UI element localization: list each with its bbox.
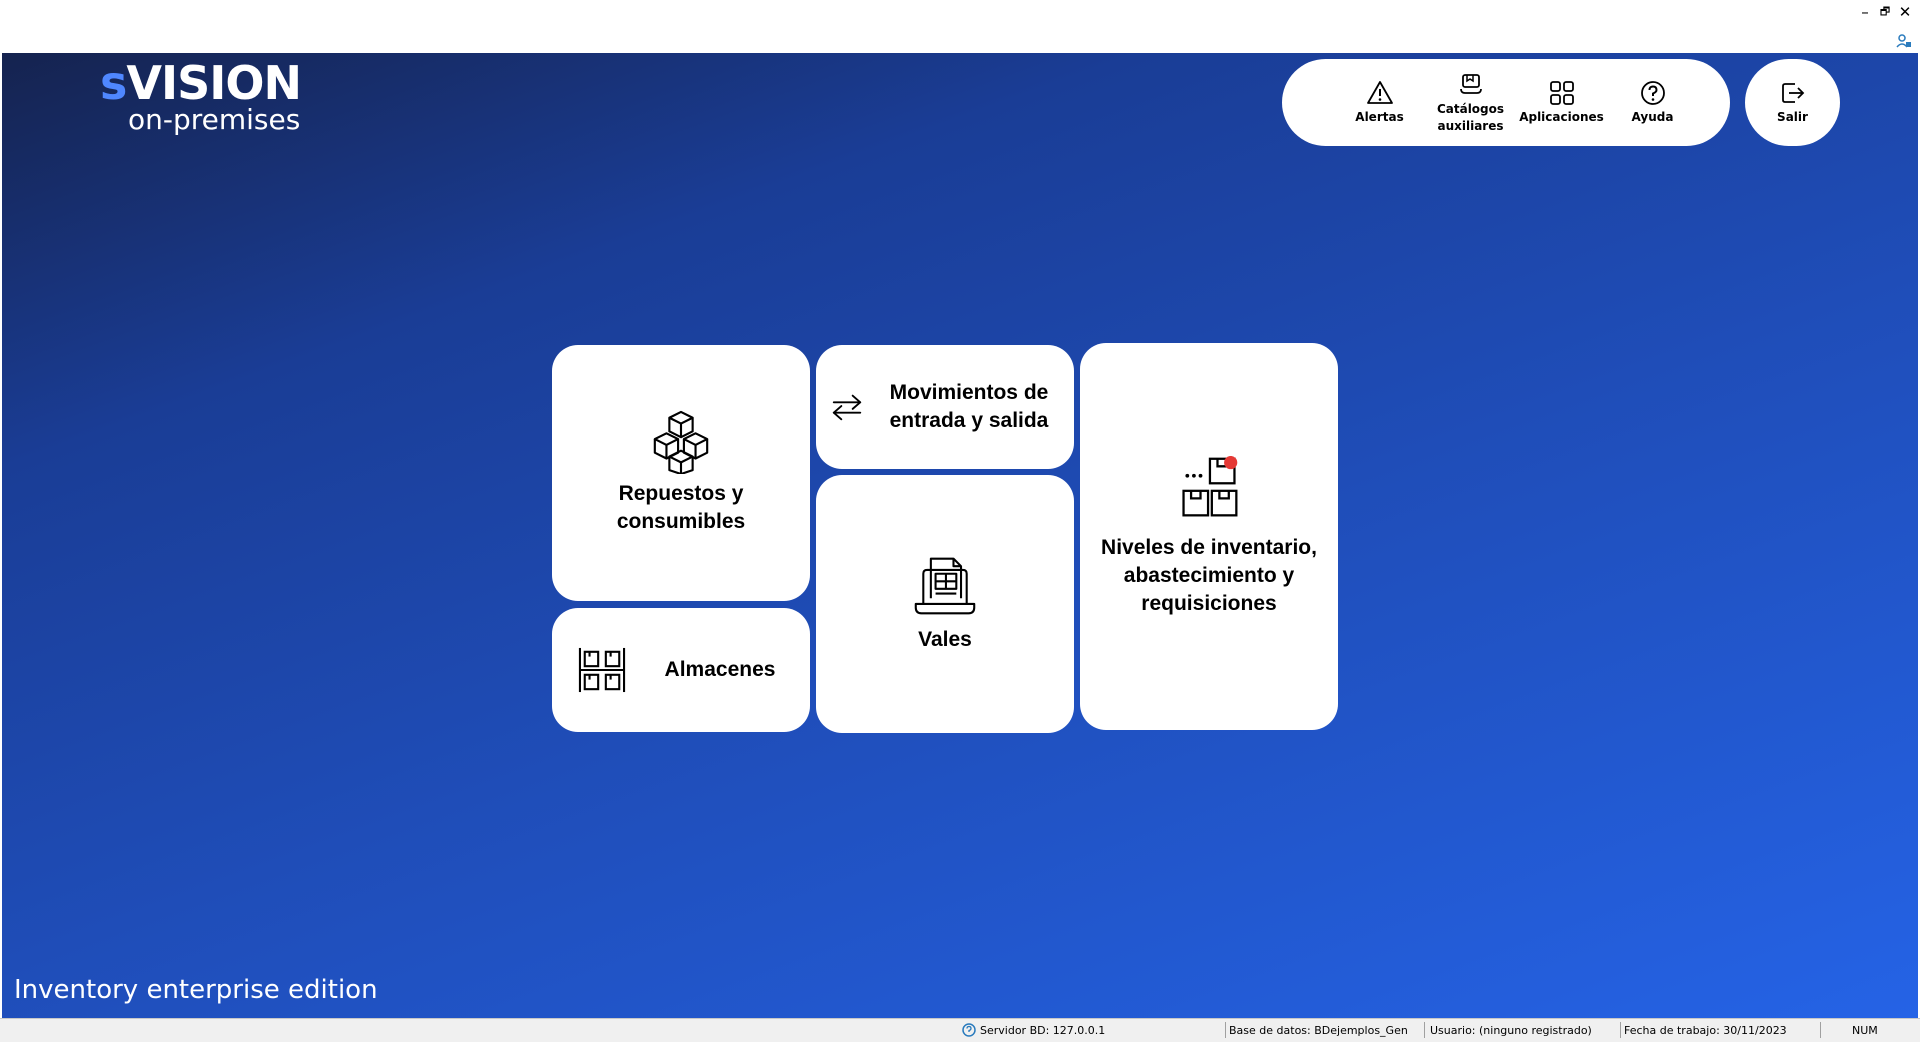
catalogs-label: Catálogos auxiliares [1436,101,1505,133]
exit-button[interactable]: Salir [1745,59,1840,146]
status-separator [1820,1022,1821,1038]
tile-vales-label: Vales [918,628,972,651]
exit-label: Salir [1777,110,1808,124]
status-user: Usuario: (ninguno registrado) [1430,1024,1592,1037]
tile-movimientos-label: Movimientos de entrada y salida [889,381,1049,432]
tile-almacenes-label: Almacenes [664,658,776,681]
tile-niveles-label: Niveles de inventario, abastecimiento y … [1101,535,1317,615]
swap-arrows-icon [832,394,862,421]
status-num: NUM [1852,1024,1878,1037]
status-date: Fecha de trabajo: 30/11/2023 [1624,1024,1787,1037]
boxes-stack-icon [653,410,709,474]
brand-logo: sVISION on-premises [100,56,302,136]
tile-repuestos[interactable]: Repuestos y consumibles [552,345,810,601]
restore-button[interactable]: 🗗 [1878,4,1892,20]
warehouse-shelves-icon [578,647,625,693]
tile-repuestos-label: Repuestos y consumibles [616,482,746,533]
alerts-button[interactable]: Alertas [1334,79,1425,126]
top-toolbar: Alertas Catálogos auxiliares Aplicacione… [1282,59,1730,146]
tile-movimientos[interactable]: Movimientos de entrada y salida [816,345,1074,469]
notification-dot [1224,455,1238,469]
catalog-stack-icon [1459,73,1482,94]
tile-vales[interactable]: Vales [816,475,1074,733]
alerts-label: Alertas [1355,110,1404,124]
tile-almacenes[interactable]: Almacenes [552,608,810,732]
user-connection-icon[interactable] [1896,34,1912,48]
applications-label: Aplicaciones [1519,110,1604,124]
status-separator [1424,1022,1425,1038]
status-separator [1225,1022,1226,1038]
applications-button[interactable]: Aplicaciones [1516,79,1607,126]
logo-tagline: on-premises [128,103,301,136]
status-bar: Servidor BD: 127.0.0.1 Base de datos: BD… [0,1018,1920,1042]
close-button[interactable]: ✕ [1898,4,1912,20]
help-label: Ayuda [1631,110,1674,124]
title-bar: – 🗗 ✕ [0,0,1920,53]
logo-wordmark: sVISION [100,56,302,110]
status-separator [1620,1022,1621,1038]
logout-icon [1781,83,1804,103]
tile-niveles[interactable]: Niveles de inventario, abastecimiento y … [1080,343,1338,730]
status-server: Servidor BD: 127.0.0.1 [980,1024,1106,1037]
server-help-icon [962,1023,976,1037]
window-controls: – 🗗 ✕ [1858,4,1912,20]
catalogs-button[interactable]: Catálogos auxiliares [1425,71,1516,135]
status-database: Base de datos: BDejemplos_Gene... [1229,1024,1407,1037]
laptop-document-icon [914,557,976,615]
help-circle-icon [1640,81,1665,105]
warning-triangle-icon [1366,81,1393,104]
help-button[interactable]: Ayuda [1607,79,1698,126]
apps-grid-icon [1549,81,1574,105]
inventory-levels-icon [1182,455,1238,516]
edition-label: Inventory enterprise edition [14,975,378,1005]
minimize-button[interactable]: – [1858,4,1872,20]
